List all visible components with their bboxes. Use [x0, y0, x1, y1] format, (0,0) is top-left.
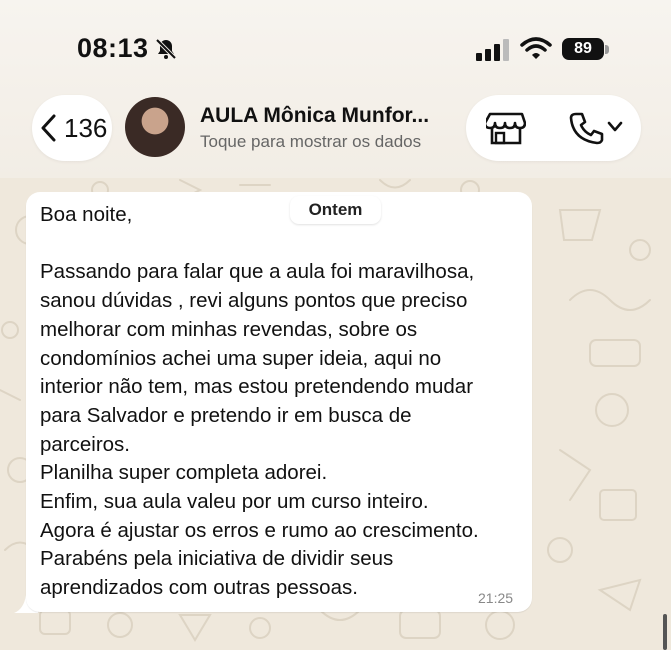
status-time: 08:13	[77, 33, 149, 63]
bell-slash-icon	[155, 38, 177, 60]
cellular-signal-icon	[476, 39, 509, 61]
scrollbar[interactable]	[663, 614, 667, 650]
store-icon[interactable]	[486, 110, 526, 146]
message-text: Boa noite, Passando para falar que a aul…	[40, 203, 479, 600]
phone-icon[interactable]	[568, 110, 604, 146]
back-button[interactable]: 136	[32, 95, 112, 161]
unread-count: 136	[64, 112, 108, 143]
chevron-left-icon	[41, 114, 56, 142]
avatar[interactable]	[125, 97, 185, 157]
contact-subtitle[interactable]: Toque para mostrar os dados	[200, 132, 450, 152]
message-time: 21:25	[478, 590, 514, 606]
battery-icon: 89	[562, 38, 604, 60]
wifi-icon	[520, 37, 552, 59]
chevron-down-icon[interactable]	[606, 120, 624, 134]
contact-name[interactable]: AULA Mônica Munfor...	[200, 104, 445, 128]
battery-tip	[605, 45, 609, 54]
date-chip: Ontem	[290, 196, 381, 224]
